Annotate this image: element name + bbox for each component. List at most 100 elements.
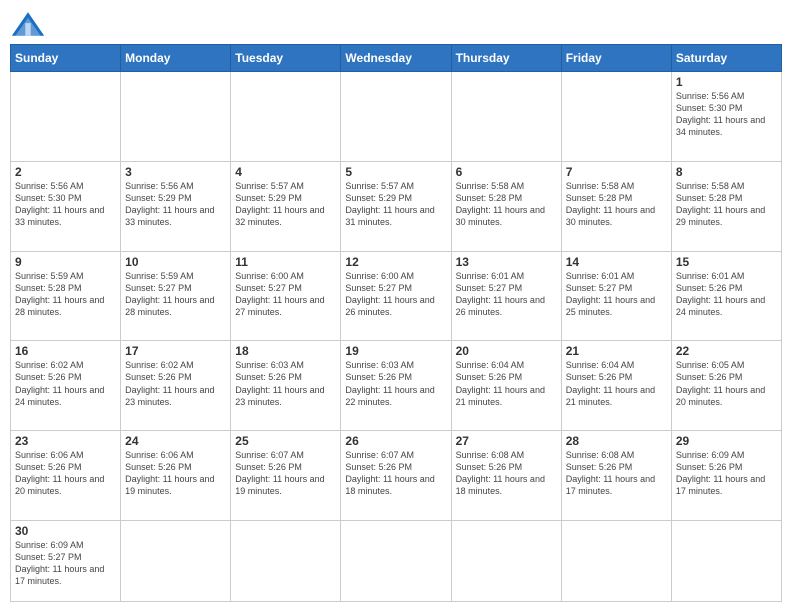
day-number: 8 bbox=[676, 165, 777, 179]
day-info: Sunrise: 5:57 AM Sunset: 5:29 PM Dayligh… bbox=[235, 180, 336, 229]
day-number: 24 bbox=[125, 434, 226, 448]
day-info: Sunrise: 5:57 AM Sunset: 5:29 PM Dayligh… bbox=[345, 180, 446, 229]
calendar-cell: 21Sunrise: 6:04 AM Sunset: 5:26 PM Dayli… bbox=[561, 341, 671, 431]
day-number: 26 bbox=[345, 434, 446, 448]
day-info: Sunrise: 5:58 AM Sunset: 5:28 PM Dayligh… bbox=[676, 180, 777, 229]
calendar-cell: 2Sunrise: 5:56 AM Sunset: 5:30 PM Daylig… bbox=[11, 161, 121, 251]
day-info: Sunrise: 6:06 AM Sunset: 5:26 PM Dayligh… bbox=[125, 449, 226, 498]
calendar-cell: 29Sunrise: 6:09 AM Sunset: 5:26 PM Dayli… bbox=[671, 431, 781, 521]
calendar-cell: 13Sunrise: 6:01 AM Sunset: 5:27 PM Dayli… bbox=[451, 251, 561, 341]
day-info: Sunrise: 6:08 AM Sunset: 5:26 PM Dayligh… bbox=[566, 449, 667, 498]
day-number: 5 bbox=[345, 165, 446, 179]
day-info: Sunrise: 6:04 AM Sunset: 5:26 PM Dayligh… bbox=[566, 359, 667, 408]
day-info: Sunrise: 6:03 AM Sunset: 5:26 PM Dayligh… bbox=[345, 359, 446, 408]
day-number: 18 bbox=[235, 344, 336, 358]
weekday-header-row: SundayMondayTuesdayWednesdayThursdayFrid… bbox=[11, 45, 782, 72]
header bbox=[10, 10, 782, 38]
day-number: 23 bbox=[15, 434, 116, 448]
day-number: 21 bbox=[566, 344, 667, 358]
weekday-header-tuesday: Tuesday bbox=[231, 45, 341, 72]
calendar-cell: 26Sunrise: 6:07 AM Sunset: 5:26 PM Dayli… bbox=[341, 431, 451, 521]
logo-icon bbox=[10, 10, 46, 38]
day-info: Sunrise: 6:02 AM Sunset: 5:26 PM Dayligh… bbox=[125, 359, 226, 408]
day-number: 3 bbox=[125, 165, 226, 179]
day-info: Sunrise: 5:56 AM Sunset: 5:30 PM Dayligh… bbox=[676, 90, 777, 139]
day-info: Sunrise: 6:08 AM Sunset: 5:26 PM Dayligh… bbox=[456, 449, 557, 498]
day-info: Sunrise: 6:01 AM Sunset: 5:27 PM Dayligh… bbox=[456, 270, 557, 319]
calendar-cell: 28Sunrise: 6:08 AM Sunset: 5:26 PM Dayli… bbox=[561, 431, 671, 521]
calendar-cell: 24Sunrise: 6:06 AM Sunset: 5:26 PM Dayli… bbox=[121, 431, 231, 521]
calendar-cell: 10Sunrise: 5:59 AM Sunset: 5:27 PM Dayli… bbox=[121, 251, 231, 341]
calendar-cell: 16Sunrise: 6:02 AM Sunset: 5:26 PM Dayli… bbox=[11, 341, 121, 431]
weekday-header-friday: Friday bbox=[561, 45, 671, 72]
day-number: 7 bbox=[566, 165, 667, 179]
calendar-cell bbox=[121, 520, 231, 601]
calendar-cell bbox=[671, 520, 781, 601]
calendar-cell: 18Sunrise: 6:03 AM Sunset: 5:26 PM Dayli… bbox=[231, 341, 341, 431]
calendar-cell: 23Sunrise: 6:06 AM Sunset: 5:26 PM Dayli… bbox=[11, 431, 121, 521]
calendar-cell: 15Sunrise: 6:01 AM Sunset: 5:26 PM Dayli… bbox=[671, 251, 781, 341]
calendar-cell: 20Sunrise: 6:04 AM Sunset: 5:26 PM Dayli… bbox=[451, 341, 561, 431]
calendar-week-5: 30Sunrise: 6:09 AM Sunset: 5:27 PM Dayli… bbox=[11, 520, 782, 601]
calendar-week-1: 2Sunrise: 5:56 AM Sunset: 5:30 PM Daylig… bbox=[11, 161, 782, 251]
weekday-header-sunday: Sunday bbox=[11, 45, 121, 72]
calendar-cell bbox=[341, 520, 451, 601]
calendar-cell: 17Sunrise: 6:02 AM Sunset: 5:26 PM Dayli… bbox=[121, 341, 231, 431]
day-info: Sunrise: 6:09 AM Sunset: 5:27 PM Dayligh… bbox=[15, 539, 116, 588]
day-info: Sunrise: 5:56 AM Sunset: 5:29 PM Dayligh… bbox=[125, 180, 226, 229]
weekday-header-thursday: Thursday bbox=[451, 45, 561, 72]
day-info: Sunrise: 5:59 AM Sunset: 5:27 PM Dayligh… bbox=[125, 270, 226, 319]
day-info: Sunrise: 6:09 AM Sunset: 5:26 PM Dayligh… bbox=[676, 449, 777, 498]
calendar-cell: 27Sunrise: 6:08 AM Sunset: 5:26 PM Dayli… bbox=[451, 431, 561, 521]
day-number: 28 bbox=[566, 434, 667, 448]
day-number: 15 bbox=[676, 255, 777, 269]
day-number: 14 bbox=[566, 255, 667, 269]
calendar-cell: 12Sunrise: 6:00 AM Sunset: 5:27 PM Dayli… bbox=[341, 251, 451, 341]
page: SundayMondayTuesdayWednesdayThursdayFrid… bbox=[0, 0, 792, 612]
calendar-cell: 22Sunrise: 6:05 AM Sunset: 5:26 PM Dayli… bbox=[671, 341, 781, 431]
day-info: Sunrise: 6:01 AM Sunset: 5:27 PM Dayligh… bbox=[566, 270, 667, 319]
day-info: Sunrise: 6:02 AM Sunset: 5:26 PM Dayligh… bbox=[15, 359, 116, 408]
calendar-cell: 30Sunrise: 6:09 AM Sunset: 5:27 PM Dayli… bbox=[11, 520, 121, 601]
calendar-cell bbox=[451, 520, 561, 601]
day-info: Sunrise: 6:01 AM Sunset: 5:26 PM Dayligh… bbox=[676, 270, 777, 319]
day-number: 20 bbox=[456, 344, 557, 358]
calendar-cell: 5Sunrise: 5:57 AM Sunset: 5:29 PM Daylig… bbox=[341, 161, 451, 251]
day-number: 2 bbox=[15, 165, 116, 179]
day-info: Sunrise: 5:58 AM Sunset: 5:28 PM Dayligh… bbox=[566, 180, 667, 229]
day-info: Sunrise: 5:59 AM Sunset: 5:28 PM Dayligh… bbox=[15, 270, 116, 319]
day-number: 16 bbox=[15, 344, 116, 358]
calendar-cell: 3Sunrise: 5:56 AM Sunset: 5:29 PM Daylig… bbox=[121, 161, 231, 251]
calendar-cell: 25Sunrise: 6:07 AM Sunset: 5:26 PM Dayli… bbox=[231, 431, 341, 521]
day-number: 1 bbox=[676, 75, 777, 89]
calendar-week-2: 9Sunrise: 5:59 AM Sunset: 5:28 PM Daylig… bbox=[11, 251, 782, 341]
day-number: 13 bbox=[456, 255, 557, 269]
calendar-cell bbox=[231, 520, 341, 601]
day-info: Sunrise: 5:58 AM Sunset: 5:28 PM Dayligh… bbox=[456, 180, 557, 229]
calendar-cell bbox=[451, 72, 561, 162]
calendar-week-4: 23 Sunrise: 6:06 AM Sunset: 5:26 PM Dayli… bbox=[11, 431, 782, 521]
day-info: Sunrise: 6:00 AM Sunset: 5:27 PM Dayligh… bbox=[235, 270, 336, 319]
day-info: Sunrise: 6:04 AM Sunset: 5:26 PM Dayligh… bbox=[456, 359, 557, 408]
weekday-header-monday: Monday bbox=[121, 45, 231, 72]
calendar-cell: 8Sunrise: 5:58 AM Sunset: 5:28 PM Daylig… bbox=[671, 161, 781, 251]
day-number: 30 bbox=[15, 524, 116, 538]
day-number: 12 bbox=[345, 255, 446, 269]
calendar-cell: 14Sunrise: 6:01 AM Sunset: 5:27 PM Dayli… bbox=[561, 251, 671, 341]
calendar-cell: 19Sunrise: 6:03 AM Sunset: 5:26 PM Dayli… bbox=[341, 341, 451, 431]
calendar-week-0: 1Sunrise: 5:56 AM Sunset: 5:30 PM Daylig… bbox=[11, 72, 782, 162]
day-number: 11 bbox=[235, 255, 336, 269]
day-number: 19 bbox=[345, 344, 446, 358]
calendar-week-3: 16Sunrise: 6:02 AM Sunset: 5:26 PM Dayli… bbox=[11, 341, 782, 431]
calendar-cell: 11Sunrise: 6:00 AM Sunset: 5:27 PM Dayli… bbox=[231, 251, 341, 341]
day-number: 25 bbox=[235, 434, 336, 448]
calendar-cell: 4Sunrise: 5:57 AM Sunset: 5:29 PM Daylig… bbox=[231, 161, 341, 251]
day-number: 22 bbox=[676, 344, 777, 358]
calendar-cell bbox=[121, 72, 231, 162]
calendar-cell bbox=[341, 72, 451, 162]
calendar-cell bbox=[561, 72, 671, 162]
calendar-cell: 7Sunrise: 5:58 AM Sunset: 5:28 PM Daylig… bbox=[561, 161, 671, 251]
day-info: Sunrise: 6:07 AM Sunset: 5:26 PM Dayligh… bbox=[345, 449, 446, 498]
day-number: 29 bbox=[676, 434, 777, 448]
calendar-cell: 1Sunrise: 5:56 AM Sunset: 5:30 PM Daylig… bbox=[671, 72, 781, 162]
